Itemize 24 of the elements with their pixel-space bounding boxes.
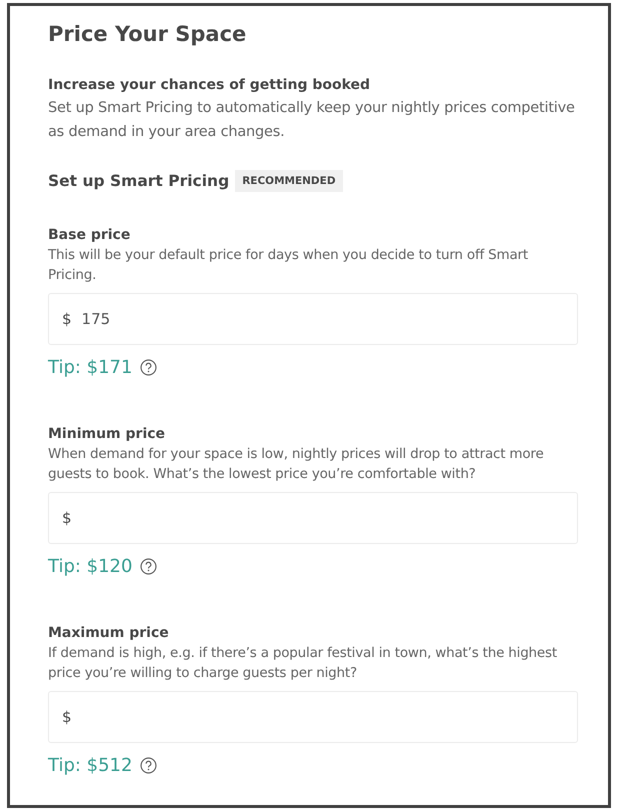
field-label: Minimum price [48, 425, 166, 444]
field-description: This will be your default price for days when you decide to turn off Smart Pricing. [48, 246, 529, 285]
help-icon[interactable] [140, 757, 158, 774]
price-tip: Tip: $120 [48, 556, 132, 577]
currency-symbol: $ [62, 310, 72, 328]
currency-symbol: $ [62, 708, 72, 726]
field-label: Maximum price [48, 624, 170, 643]
price-field[interactable]: $ [48, 691, 578, 743]
currency-symbol: $ [62, 509, 72, 527]
page-title: Price Your Space [48, 21, 248, 48]
price-field[interactable]: $ 175 [48, 293, 578, 345]
help-icon[interactable] [140, 359, 158, 376]
recommended-badge: RECOMMENDED [235, 170, 343, 192]
price-field[interactable]: $ [48, 492, 578, 544]
help-icon[interactable] [140, 558, 158, 575]
field-description: If demand is high, e.g. if there’s a popular festival in town, what’s the highest price you’re willing to charge guests per night? [48, 644, 558, 683]
field-value: 175 [82, 310, 110, 328]
price-tip: Tip: $512 [48, 755, 132, 776]
intro-text: Set up Smart Pricing to automatically keep your nightly prices competitive as demand in your area changes. [48, 99, 576, 142]
field-label: Base price [48, 226, 132, 245]
section-heading: Set up Smart Pricing [48, 172, 230, 190]
price-tip: Tip: $171 [48, 357, 132, 378]
intro-heading: Increase your chances of getting booked [48, 76, 372, 95]
field-description: When demand for your space is low, nightly prices will drop to attract more guests to book. What’s the lowest price you’re comfortable with? [48, 445, 545, 484]
